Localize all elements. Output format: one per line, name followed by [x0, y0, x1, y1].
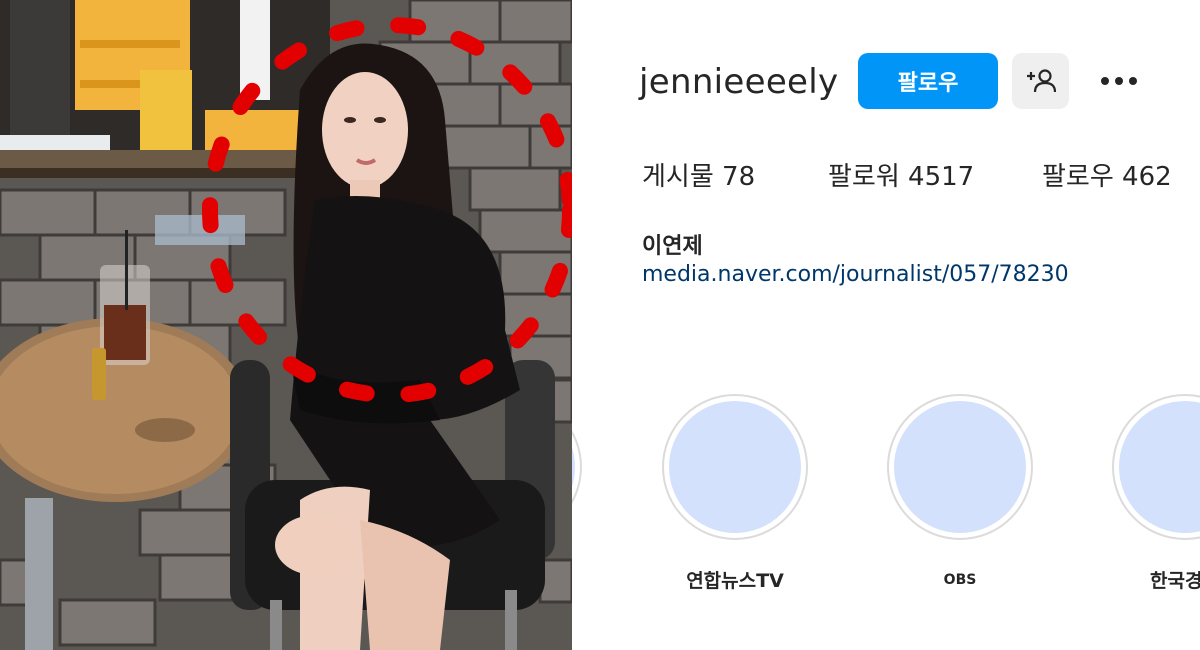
followers-count-stat[interactable]: 팔로워 4517: [828, 156, 974, 193]
posts-count-stat[interactable]: 게시물 78: [642, 156, 755, 193]
photo-illustration: [0, 0, 572, 650]
highlight-cover: [1119, 401, 1200, 533]
add-person-button[interactable]: [1012, 53, 1069, 109]
highlight-label-2: OBS: [943, 572, 977, 588]
story-highlight-2[interactable]: [887, 394, 1033, 540]
more-horizontal-icon: [1101, 77, 1137, 85]
following-count-stat[interactable]: 팔로우 462: [1042, 156, 1172, 193]
highlight-label-3: 한국경제: [1150, 570, 1200, 592]
more-options-button[interactable]: [1097, 62, 1141, 100]
follow-button[interactable]: 팔로우: [858, 53, 998, 109]
story-highlight-1[interactable]: [662, 394, 808, 540]
profile-website-link[interactable]: media.naver.com/journalist/057/78230: [642, 262, 1069, 287]
following-count: 462: [1122, 162, 1172, 192]
posts-count: 78: [722, 162, 756, 192]
add-person-icon: [1026, 69, 1056, 93]
following-label: 팔로우: [1042, 162, 1114, 192]
profile-username: jennieeeely: [639, 62, 839, 102]
highlight-cover: [669, 401, 801, 533]
story-highlight-partial[interactable]: [572, 394, 582, 540]
profile-stats: 게시물 78 팔로워 4517 팔로우 462: [642, 156, 1200, 196]
story-highlight-3[interactable]: [1112, 394, 1200, 540]
profile-panel: jennieeeely 팔로우 게시물 78 팔로워 4517 팔로우 462 …: [572, 0, 1200, 650]
highlight-cover: [894, 401, 1026, 533]
profile-photo: [0, 0, 572, 650]
followers-count: 4517: [908, 162, 975, 192]
followers-label: 팔로워: [828, 162, 900, 192]
highlight-label-1: 연합뉴스TV: [686, 570, 784, 592]
posts-label: 게시물: [642, 162, 714, 192]
profile-full-name: 이연제: [642, 234, 703, 259]
